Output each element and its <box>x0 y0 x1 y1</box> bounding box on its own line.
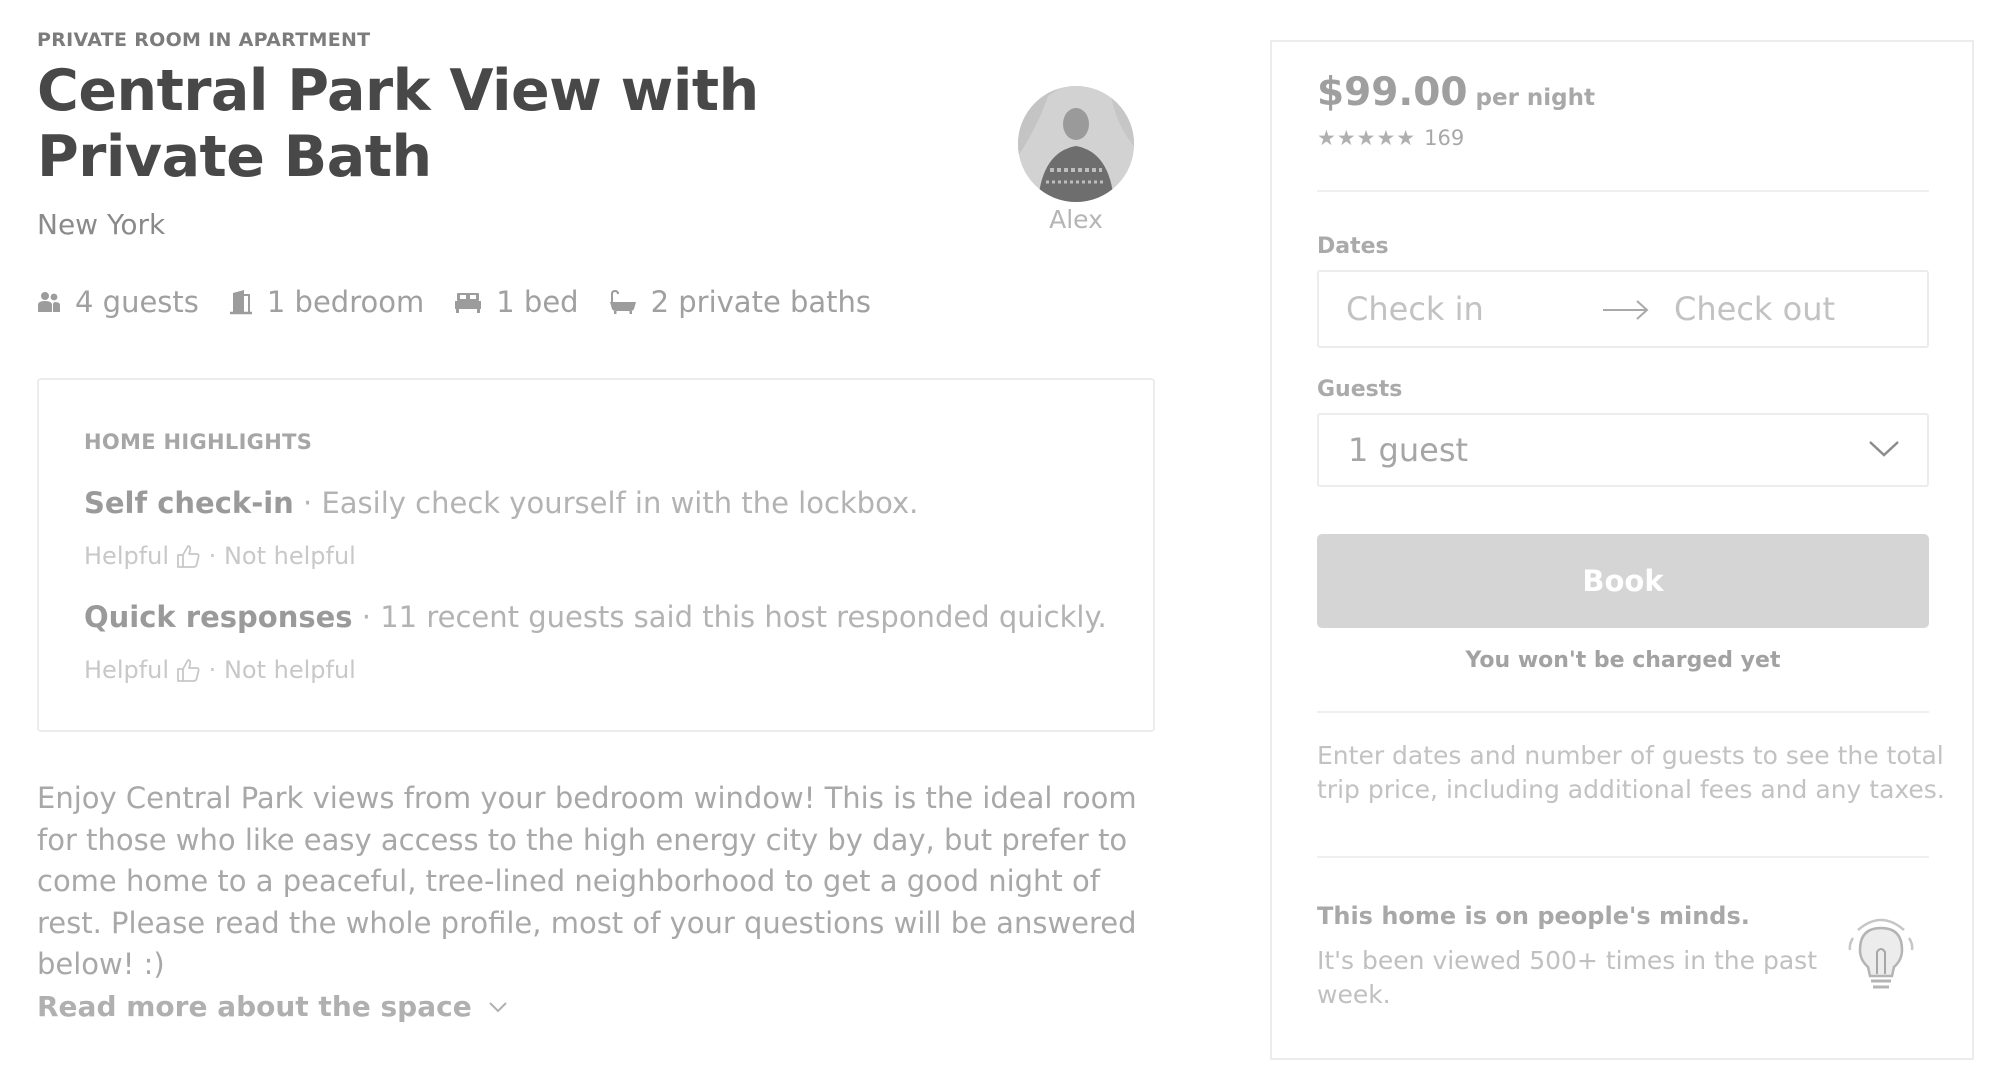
amenity-bath-label: 2 private baths <box>650 285 872 319</box>
nightly-price: $99.00 <box>1317 70 1468 115</box>
guests-value: 1 guest <box>1348 431 1469 469</box>
not-helpful-link[interactable]: Not helpful <box>224 656 356 684</box>
highlight-text: · Easily check yourself in with the lock… <box>293 486 919 520</box>
arrow-right-icon <box>1603 300 1649 320</box>
bed-icon <box>455 293 482 313</box>
room-type: PRIVATE ROOM IN APARTMENT <box>37 29 371 51</box>
highlight-quick-responses: Quick responses · 11 recent guests said … <box>84 600 1107 634</box>
read-more-link[interactable]: Read more about the space <box>37 990 508 1023</box>
bath-icon <box>609 290 636 314</box>
highlight-self-checkin: Self check-in · Easily check yourself in… <box>84 486 918 520</box>
page-title: Central Park View with Private Bath <box>37 58 759 190</box>
divider <box>1317 711 1929 713</box>
price-block: $99.00 per night <box>1317 70 1595 115</box>
guests-select[interactable]: 1 guest <box>1317 413 1929 487</box>
highlight-title: Self check-in <box>84 486 294 520</box>
feedback-row: Helpful · Not helpful <box>84 542 356 570</box>
host-photo <box>1018 86 1134 202</box>
listing-description: Enjoy Central Park views from your bedro… <box>37 781 1137 981</box>
highlight-text: · 11 recent guests said this host respon… <box>352 600 1107 634</box>
amenities-row: 4 guests 1 bedroom 1 bed 2 private baths <box>37 282 901 322</box>
amenity-bedroom: 1 bedroom <box>229 285 424 319</box>
listing-city[interactable]: New York <box>37 208 165 241</box>
review-count: 169 <box>1424 126 1465 150</box>
price-unit: per night <box>1475 85 1596 111</box>
dates-label: Dates <box>1317 234 1389 259</box>
check-in-input[interactable]: Check in <box>1346 290 1484 328</box>
feedback-separator: · <box>201 656 224 684</box>
rating[interactable]: ★★★★★ 169 <box>1317 126 1464 150</box>
divider <box>1317 190 1929 192</box>
helpful-link[interactable]: Helpful <box>84 542 169 570</box>
highlights-heading: HOME HIGHLIGHTS <box>84 430 313 454</box>
dates-picker: Check in Check out <box>1317 270 1929 348</box>
host-name[interactable]: Alex <box>1018 205 1134 234</box>
check-out-input[interactable]: Check out <box>1674 290 1835 328</box>
divider <box>1317 856 1929 858</box>
amenity-bath: 2 private baths <box>609 285 871 319</box>
read-more-label: Read more about the space <box>37 990 472 1023</box>
guests-label: Guests <box>1317 377 1403 402</box>
thumbs-up-icon[interactable] <box>175 543 201 569</box>
bedroom-icon <box>229 290 252 315</box>
chevron-down-icon <box>488 1001 507 1012</box>
helpful-link[interactable]: Helpful <box>84 656 169 684</box>
guests-icon <box>38 292 60 312</box>
popularity-title: This home is on people's minds. <box>1317 902 1750 930</box>
feedback-separator: · <box>201 542 224 570</box>
feedback-row: Helpful · Not helpful <box>84 656 356 684</box>
chevron-down-icon <box>1869 441 1899 457</box>
price-info-text: Enter dates and number of guests to see … <box>1317 741 1945 804</box>
star-rating-icon: ★★★★★ <box>1317 126 1417 150</box>
amenity-bed: 1 bed <box>454 285 579 319</box>
lightbulb-icon <box>1848 918 1914 989</box>
thumbs-up-icon[interactable] <box>175 657 201 683</box>
book-button[interactable]: Book <box>1317 534 1929 628</box>
highlight-title: Quick responses <box>84 600 353 634</box>
amenity-guests: 4 guests <box>37 285 199 319</box>
amenity-bedroom-label: 1 bedroom <box>266 285 425 319</box>
no-charge-note: You won't be charged yet <box>1465 648 1781 673</box>
popularity-subtitle: It's been viewed 500+ times in the past … <box>1317 946 1817 1009</box>
amenity-bed-label: 1 bed <box>496 285 579 319</box>
amenity-guests-label: 4 guests <box>75 285 199 319</box>
not-helpful-link[interactable]: Not helpful <box>224 542 356 570</box>
host-avatar[interactable] <box>1018 86 1134 202</box>
